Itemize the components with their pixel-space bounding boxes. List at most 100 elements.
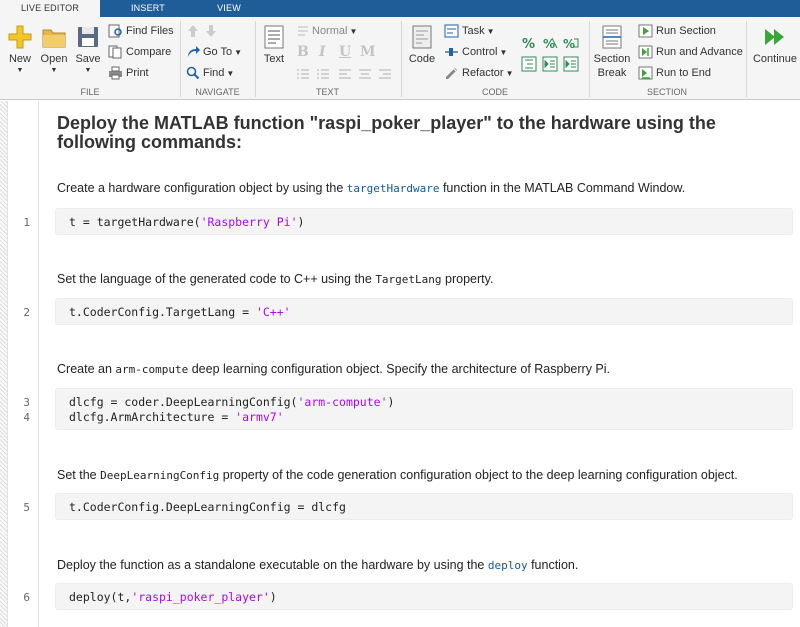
tab-live-editor[interactable]: LIVE EDITOR [0,0,100,17]
task-icon [444,24,459,38]
divider [746,21,747,97]
go-to-arrow-icon [188,46,200,58]
go-to-button[interactable]: Go To ▼ [186,43,242,61]
section-break-label-line2: Break [597,67,627,79]
file-group-label: FILE [80,87,100,97]
magnifier-icon [186,66,200,80]
smart-indent-icon[interactable] [521,56,537,72]
find-files-icon [108,24,122,38]
monospace-button[interactable]: M [360,44,376,60]
refactor-dropdown-icon: ▼ [505,69,514,78]
step-5-text: Deploy the function as a standalone exec… [57,558,579,572]
insert-code-button[interactable]: Code [402,21,442,85]
find-files-label: Find Files [126,25,174,37]
task-dropdown-icon: ▼ [486,27,495,36]
compare-label: Compare [126,46,172,58]
italic-button[interactable]: I [319,44,326,60]
print-label: Print [126,67,149,79]
refactor-button[interactable]: Refactor ▼ [444,64,514,82]
up-down-arrows-icon [188,25,216,38]
step-3-text: Create an arm-compute deep learning conf… [57,362,610,376]
control-label: Control [462,46,498,58]
paragraph-style-icon [298,26,308,36]
line-number: 5 [23,501,30,514]
run-section-button[interactable]: Run Section [638,22,716,40]
uncomment-icon[interactable]: % [542,35,558,51]
wrap-comments-icon[interactable]: % [563,35,579,51]
compare-icon [108,45,122,59]
divider [180,21,181,97]
comment-icon[interactable]: % [521,35,537,51]
find-files-button[interactable]: Find Files [108,22,174,40]
line-number: 6 [23,591,30,604]
run-to-end-button[interactable]: Run to End [638,64,711,82]
increase-indent-icon[interactable] [563,56,579,72]
new-plus-icon [8,25,32,49]
toolstrip-ribbon: New ▼ Open ▼ Save ▼ Find Files Compare P… [0,17,800,100]
print-button[interactable]: Print [108,64,149,82]
live-editor-document[interactable]: Deploy the MATLAB function "raspi_poker_… [0,101,800,627]
step-1-text: Create a hardware configuration object b… [57,181,686,195]
style-dropdown-icon: ▼ [349,27,358,36]
continue-label: Continue [752,53,798,65]
code-block-2[interactable]: t.CoderConfig.TargetLang = 'C++' [55,298,793,325]
step-4-text: Set the DeepLearningConfig property of t… [57,468,738,482]
code-block-4[interactable]: t.CoderConfig.DeepLearningConfig = dlcfg [55,493,793,520]
code-line-3[interactable]: dlcfg = coder.DeepLearningConfig('arm-co… [69,395,394,409]
continue-play-icon [765,29,784,45]
run-section-label: Run Section [656,25,716,37]
go-to-label: Go To [203,46,233,58]
code-group-label: CODE [481,87,508,97]
task-label: Task [462,25,485,37]
find-button[interactable]: Find ▼ [186,64,234,82]
continue-button[interactable]: Continue [751,21,799,85]
go-to-dropdown-icon: ▼ [234,48,243,57]
find-dropdown-icon: ▼ [226,69,235,78]
insert-text-button[interactable]: Text [254,21,294,85]
code-line-4[interactable]: dlcfg.ArmArchitecture = 'armv7' [69,410,284,424]
slider-control-icon [445,48,458,57]
code-line-5[interactable]: t.CoderConfig.DeepLearningConfig = dlcfg [69,500,346,514]
refactor-icon [446,68,457,80]
save-button[interactable]: Save ▼ [68,21,108,85]
code-block-1[interactable]: t = targetHardware('Raspberry Pi') [55,208,793,235]
underline-button[interactable]: U [339,44,351,60]
task-button[interactable]: Task ▼ [444,22,495,40]
printer-icon [109,66,122,80]
folder-icon [42,29,66,48]
code-block-5[interactable]: deploy(t,'raspi_poker_player') [55,583,793,610]
deploy-link[interactable]: deploy [488,559,528,572]
targetlang-code: TargetLang [375,273,442,286]
save-label: Save [75,53,101,65]
targethardware-link[interactable]: targetHardware [347,182,440,195]
decrease-indent-icon[interactable] [542,56,558,72]
text-page-icon [264,25,284,49]
compare-button[interactable]: Compare [108,43,171,61]
section-break-button[interactable]: Section Break [591,21,633,85]
line-number: 3 [23,396,30,409]
run-to-end-icon [638,66,653,80]
code-block-3[interactable]: dlcfg = coder.DeepLearningConfig('arm-co… [55,388,793,430]
code-line-2[interactable]: t.CoderConfig.TargetLang = 'C++' [69,305,291,319]
code-line-1[interactable]: t = targetHardware('Raspberry Pi') [69,215,304,229]
save-disk-icon [78,27,98,47]
svg-text:%: % [563,37,575,51]
navigate-group-label: NAVIGATE [195,87,240,97]
run-and-advance-button[interactable]: Run and Advance [638,43,743,61]
divider [589,21,590,97]
run-to-end-label: Run to End [656,67,712,79]
tab-insert[interactable]: INSERT [118,0,178,17]
bold-button[interactable]: B [297,44,309,60]
text-label: Text [263,53,285,65]
control-button[interactable]: Control ▼ [444,43,507,61]
code-page-icon [412,25,432,49]
control-dropdown-icon: ▼ [499,48,508,57]
save-dropdown-icon: ▼ [84,67,92,74]
line-number: 2 [23,306,30,319]
list-align-icons [297,69,391,79]
document-title: Deploy the MATLAB function "raspi_poker_… [57,113,716,152]
tab-view[interactable]: VIEW [200,0,258,17]
code-line-6[interactable]: deploy(t,'raspi_poker_player') [69,590,277,604]
line-number-gutter [38,101,39,627]
text-style-dropdown[interactable]: Normal ▼ [297,22,357,40]
